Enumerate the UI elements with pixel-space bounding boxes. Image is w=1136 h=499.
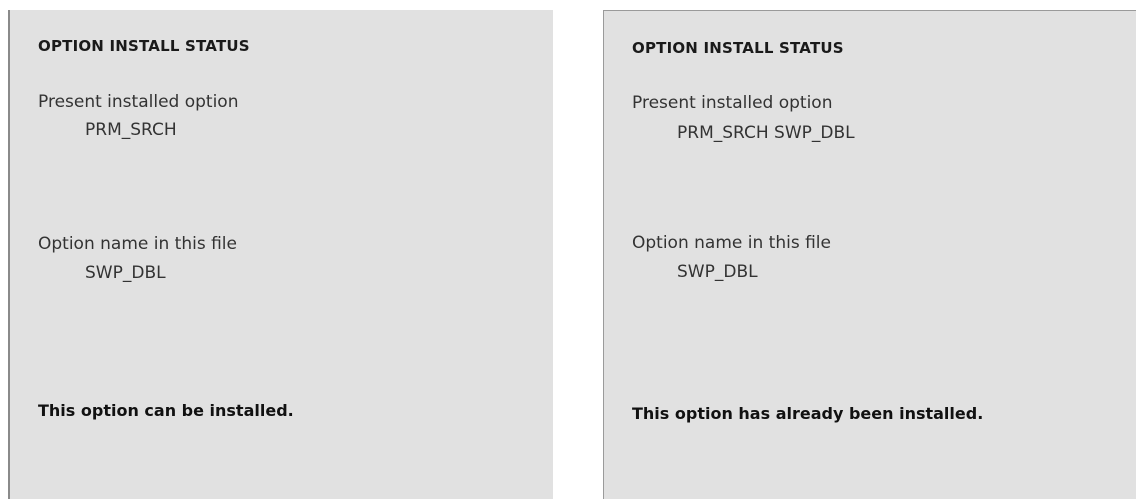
option-name-in-file-label: Option name in this file: [38, 234, 237, 254]
present-installed-option-label: Present installed option: [38, 92, 239, 112]
present-installed-option-value: PRM_SRCH: [85, 120, 177, 140]
install-status-panel-right: OPTION INSTALL STATUS Present installed …: [603, 10, 1136, 499]
option-name-in-file-label: Option name in this file: [632, 233, 831, 253]
present-installed-option-value: PRM_SRCH SWP_DBL: [677, 123, 855, 143]
panel-title: OPTION INSTALL STATUS: [632, 39, 844, 57]
install-status-message: This option can be installed.: [38, 401, 294, 420]
screen: OPTION INSTALL STATUS Present installed …: [0, 0, 1136, 499]
install-status-panel-left: OPTION INSTALL STATUS Present installed …: [8, 10, 553, 499]
option-name-in-file-value: SWP_DBL: [677, 262, 758, 282]
panel-title: OPTION INSTALL STATUS: [38, 37, 250, 55]
install-status-message: This option has already been installed.: [632, 404, 984, 423]
option-name-in-file-value: SWP_DBL: [85, 263, 166, 283]
present-installed-option-label: Present installed option: [632, 93, 833, 113]
